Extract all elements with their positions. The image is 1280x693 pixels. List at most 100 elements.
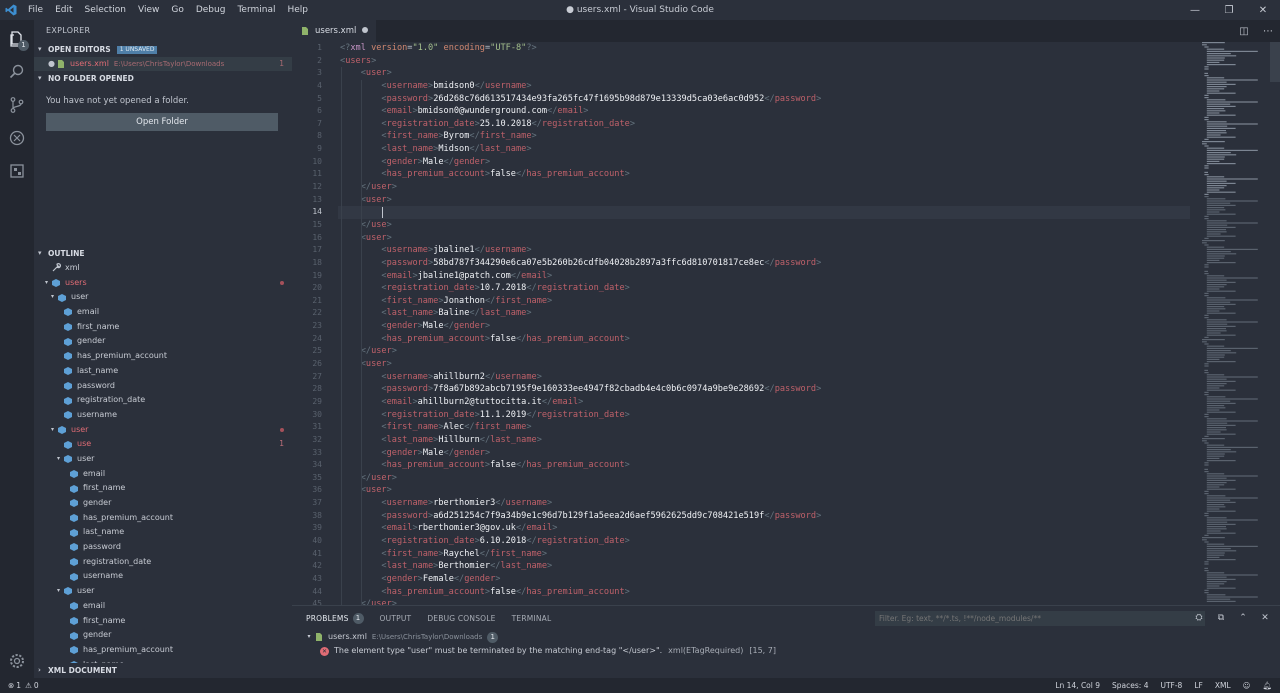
outline-item[interactable]: password <box>34 540 292 555</box>
code-line[interactable]: <email>rberthomier3@gov.uk</email> <box>340 522 1190 535</box>
outline-item[interactable]: gender <box>34 628 292 643</box>
problems-status[interactable]: ⊗ 1 ⚠ 0 <box>0 681 39 690</box>
unsaved-dot-icon[interactable] <box>362 27 368 33</box>
code-line[interactable]: <last_name>Hillburn</last_name> <box>340 434 1190 447</box>
code-line[interactable]: <gender>Male</gender> <box>340 447 1190 460</box>
code-line[interactable]: <gender>Male</gender> <box>340 320 1190 333</box>
code-line[interactable]: <registration_date>25.10.2018</registrat… <box>340 118 1190 131</box>
no-folder-header[interactable]: ▾ NO FOLDER OPENED <box>34 71 292 86</box>
outline-item[interactable]: registration_date <box>34 555 292 570</box>
outline-item[interactable]: gender <box>34 334 292 349</box>
code-line[interactable]: <password>7f8a67b892abcb7195f9e160333ee4… <box>340 383 1190 396</box>
outline-item[interactable]: has_premium_account <box>34 349 292 364</box>
extensions-icon[interactable] <box>0 154 34 188</box>
close-window-button[interactable]: ✕ <box>1246 0 1280 20</box>
code-line[interactable]: <first_name>Raychel</first_name> <box>340 548 1190 561</box>
collapse-all-icon[interactable]: ⛭ <box>1188 610 1210 626</box>
outline-item[interactable]: use 1 <box>34 437 292 452</box>
outline-item[interactable]: first_name <box>34 481 292 496</box>
open-folder-button[interactable]: Open Folder <box>46 113 278 131</box>
code-line[interactable]: <email>ahillburn2@tuttocitta.it</email> <box>340 396 1190 409</box>
more-actions-icon[interactable]: ⋯ <box>1256 20 1280 42</box>
tab-output[interactable]: OUTPUT <box>380 614 412 623</box>
code-line[interactable]: <registration_date>10.7.2018</registrati… <box>340 282 1190 295</box>
code-line[interactable] <box>338 206 1190 219</box>
code-line[interactable]: <email>jbaline1@patch.com</email> <box>340 270 1190 283</box>
outline-item[interactable]: ▾ user <box>34 290 292 305</box>
split-editor-icon[interactable]: ◫ <box>1232 20 1256 42</box>
problems-filter-input[interactable] <box>875 611 1205 626</box>
tab-debug-console[interactable]: DEBUG CONSOLE <box>427 614 495 623</box>
problem-item[interactable]: ✕ The element type "user" must be termin… <box>292 644 1280 658</box>
code-line[interactable]: <has_premium_account>false</has_premium_… <box>340 333 1190 346</box>
menu-edit[interactable]: Edit <box>49 0 78 20</box>
debug-icon[interactable] <box>0 121 34 155</box>
code-line[interactable]: </use> <box>340 219 1190 232</box>
code-line[interactable]: <username>ahillburn2</username> <box>340 371 1190 384</box>
outline-header[interactable]: ▾ OUTLINE <box>34 246 292 261</box>
outline-item[interactable]: username <box>34 408 292 423</box>
outline-item[interactable]: last_name <box>34 364 292 379</box>
minimize-button[interactable]: — <box>1178 0 1212 20</box>
bell-icon[interactable]: 🔔︎ <box>1262 681 1272 690</box>
outline-item[interactable]: email <box>34 467 292 482</box>
outline-item[interactable]: ▾ user <box>34 423 292 438</box>
code-line[interactable]: <registration_date>6.10.2018</registrati… <box>340 535 1190 548</box>
outline-item[interactable]: gender <box>34 496 292 511</box>
restore-button[interactable]: ❐ <box>1212 0 1246 20</box>
code-line[interactable]: <username>rberthomier3</username> <box>340 497 1190 510</box>
code-line[interactable]: <password>26d268c76d613517434e93fa265fc4… <box>340 93 1190 106</box>
menu-debug[interactable]: Debug <box>190 0 232 20</box>
file-encoding[interactable]: UTF-8 <box>1160 681 1182 690</box>
outline-item[interactable]: last_name <box>34 525 292 540</box>
chevron-down-icon[interactable]: ▾ <box>48 290 57 305</box>
code-line[interactable]: </user> <box>340 345 1190 358</box>
menu-file[interactable]: File <box>22 0 49 20</box>
outline-item[interactable]: ▾ user <box>34 452 292 467</box>
tab-problems[interactable]: PROBLEMS 1 <box>306 612 364 624</box>
maximize-panel-icon[interactable]: ⌃ <box>1232 610 1254 626</box>
menu-go[interactable]: Go <box>165 0 189 20</box>
menu-terminal[interactable]: Terminal <box>231 0 281 20</box>
code-line[interactable]: <registration_date>11.1.2019</registrati… <box>340 409 1190 422</box>
outline-item[interactable]: email <box>34 599 292 614</box>
outline-item[interactable]: username <box>34 569 292 584</box>
code-line[interactable]: <password>58bd787f344290e6ca07e5b260b26c… <box>340 257 1190 270</box>
code-line[interactable]: <first_name>Byrom</first_name> <box>340 130 1190 143</box>
unsaved-dot-icon[interactable]: ● <box>48 57 56 71</box>
code-line[interactable]: <user> <box>340 484 1190 497</box>
chevron-down-icon[interactable]: ▾ <box>42 276 51 291</box>
tab-terminal[interactable]: TERMINAL <box>512 614 552 623</box>
outline-item[interactable]: ▾ user <box>34 584 292 599</box>
minimap[interactable] <box>1192 42 1280 605</box>
code-line[interactable]: </user> <box>340 181 1190 194</box>
chevron-down-icon[interactable]: ▾ <box>54 452 63 467</box>
outline-item[interactable]: xml <box>34 261 292 276</box>
code-line[interactable]: <username>jbaline1</username> <box>340 244 1190 257</box>
code-line[interactable]: <first_name>Alec</first_name> <box>340 421 1190 434</box>
code-line[interactable]: <user> <box>340 358 1190 371</box>
code-line[interactable]: </user> <box>340 472 1190 485</box>
outline-item[interactable]: has_premium_account <box>34 643 292 658</box>
language-mode[interactable]: XML <box>1215 681 1231 690</box>
code-line[interactable]: <last_name>Midson</last_name> <box>340 143 1190 156</box>
open-editor-item[interactable]: ● users.xml E:\Users\ChrisTaylor\Downloa… <box>34 57 292 71</box>
code-editor[interactable]: 1 2 3 4 5 6 7 8 9 10 11 12 13 14 15 16 17 18 19 20 21 22 23 24 2… <box>292 42 1280 605</box>
code-line[interactable]: <first_name>Jonathon</first_name> <box>340 295 1190 308</box>
problem-file-row[interactable]: ▾ users.xml E:\Users\ChrisTaylor\Downloa… <box>292 630 1280 644</box>
source-control-icon[interactable] <box>0 88 34 122</box>
code-line[interactable]: <gender>Male</gender> <box>340 156 1190 169</box>
scrollbar-thumb[interactable] <box>1270 42 1280 82</box>
outline-item[interactable]: has_premium_account <box>34 511 292 526</box>
code-line[interactable]: <has_premium_account>false</has_premium_… <box>340 168 1190 181</box>
outline-item[interactable]: first_name <box>34 614 292 629</box>
code-line[interactable]: <password>a6d251254c7f9a34b9e1c96d7b129f… <box>340 510 1190 523</box>
outline-item[interactable]: registration_date <box>34 393 292 408</box>
editor-scrollbar[interactable] <box>1270 42 1280 605</box>
code-line[interactable]: <has_premium_account>false</has_premium_… <box>340 586 1190 599</box>
code-lines[interactable]: <?xml version="1.0" encoding="UTF-8"?> <u… <box>338 42 1190 605</box>
files-icon[interactable]: 1 <box>0 22 34 56</box>
code-line[interactable]: <has_premium_account>false</has_premium_… <box>340 459 1190 472</box>
code-line[interactable]: <username>bmidson0</username> <box>340 80 1190 93</box>
close-panel-icon[interactable]: ✕ <box>1254 610 1276 626</box>
